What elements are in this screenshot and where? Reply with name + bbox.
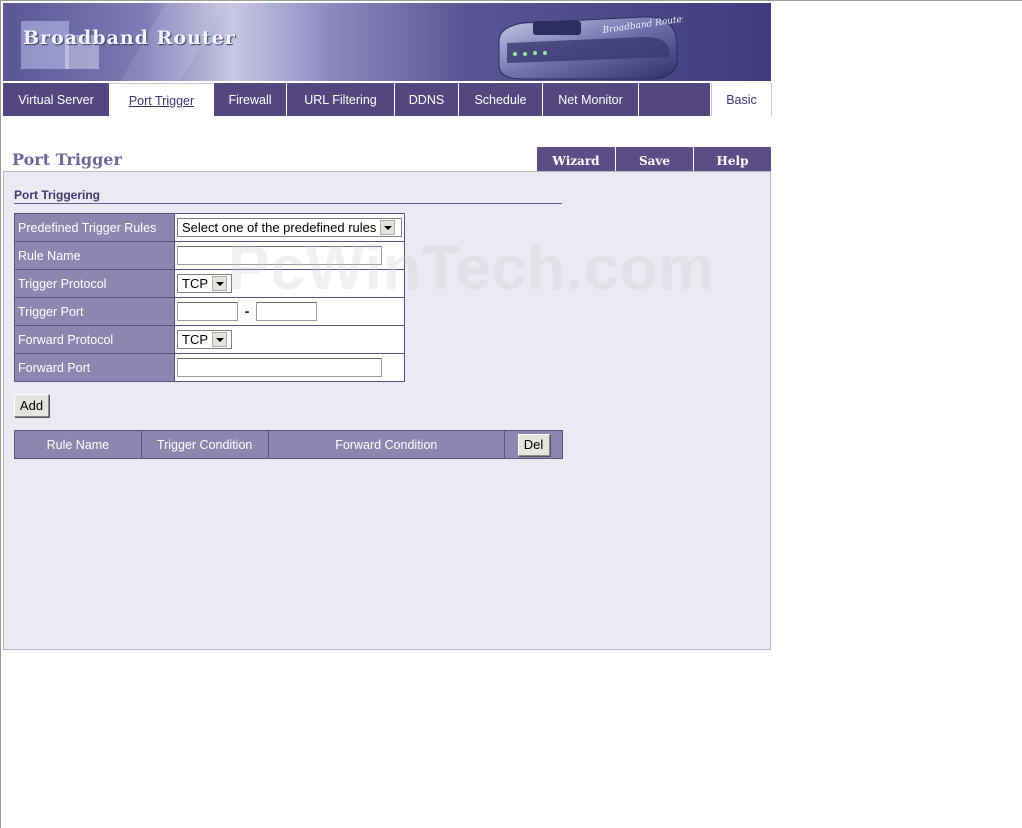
tab-schedule[interactable]: Schedule xyxy=(459,83,543,116)
chevron-down-icon[interactable] xyxy=(212,276,227,291)
header-banner: Broadband Router Broadband Router xyxy=(3,3,771,81)
form-row-forward-port: Forward Port xyxy=(14,353,405,382)
content-panel: Port Triggering Predefined Trigger Rules… xyxy=(3,171,771,650)
window-border-left xyxy=(0,0,1,828)
trigger-port-start-input[interactable] xyxy=(177,302,238,321)
port-range-separator: - xyxy=(244,303,250,320)
router-image: Broadband Router xyxy=(498,14,683,80)
trigger-rules-table: Rule Name Trigger Condition Forward Cond… xyxy=(14,430,563,459)
forward-port-input[interactable] xyxy=(177,358,382,377)
section-title: Port Triggering xyxy=(14,188,562,204)
delete-button[interactable]: Del xyxy=(517,433,550,456)
forward-protocol-value: TCP xyxy=(182,332,208,347)
tab-virtual-server[interactable]: Virtual Server xyxy=(3,83,110,116)
chevron-down-icon[interactable] xyxy=(212,332,227,347)
main-tabs: Virtual Server Port Trigger Firewall URL… xyxy=(3,83,772,116)
rule-name-input[interactable] xyxy=(177,246,382,265)
form-row-trigger-protocol: Trigger Protocol TCP xyxy=(14,269,405,298)
wizard-button[interactable]: Wizard xyxy=(537,147,616,171)
trigger-protocol-value: TCP xyxy=(182,276,208,291)
form-row-rule-name: Rule Name xyxy=(14,241,405,270)
forward-protocol-select[interactable]: TCP xyxy=(177,330,232,349)
forward-protocol-label: Forward Protocol xyxy=(14,325,175,354)
predefined-rules-label: Predefined Trigger Rules xyxy=(14,213,175,242)
tab-blank xyxy=(639,83,711,116)
forward-port-label: Forward Port xyxy=(14,353,175,382)
chevron-down-icon[interactable] xyxy=(380,220,396,235)
predefined-rules-value: Select one of the predefined rules xyxy=(182,220,377,235)
trigger-port-label: Trigger Port xyxy=(14,297,175,326)
action-bar: Wizard Save Help xyxy=(537,147,771,171)
predefined-rules-select[interactable]: Select one of the predefined rules xyxy=(177,218,402,237)
form-row-forward-protocol: Forward Protocol TCP xyxy=(14,325,405,354)
save-button[interactable]: Save xyxy=(616,147,694,171)
rule-name-label: Rule Name xyxy=(14,241,175,270)
help-button[interactable]: Help xyxy=(694,147,771,171)
column-header-forward-condition: Forward Condition xyxy=(267,430,506,459)
form-row-trigger-port: Trigger Port - xyxy=(14,297,405,326)
tab-net-monitor[interactable]: Net Monitor xyxy=(543,83,639,116)
tab-url-filtering[interactable]: URL Filtering xyxy=(287,83,395,116)
banner-title: Broadband Router xyxy=(23,27,236,49)
tab-firewall[interactable]: Firewall xyxy=(214,83,287,116)
form-row-predefined: Predefined Trigger Rules Select one of t… xyxy=(14,213,405,242)
tab-ddns[interactable]: DDNS xyxy=(395,83,459,116)
trigger-port-end-input[interactable] xyxy=(256,302,317,321)
port-trigger-form: Predefined Trigger Rules Select one of t… xyxy=(14,213,405,382)
trigger-protocol-select[interactable]: TCP xyxy=(177,274,232,293)
page-title: Port Trigger xyxy=(12,150,122,169)
column-header-trigger-condition: Trigger Condition xyxy=(140,430,269,459)
add-button[interactable]: Add xyxy=(14,394,49,417)
tab-port-trigger[interactable]: Port Trigger xyxy=(110,83,214,116)
tab-basic[interactable]: Basic xyxy=(711,83,772,116)
table-header-row: Rule Name Trigger Condition Forward Cond… xyxy=(14,430,563,459)
column-header-rule-name: Rule Name xyxy=(14,430,142,459)
trigger-protocol-label: Trigger Protocol xyxy=(14,269,175,298)
window-border-top xyxy=(0,0,1022,1)
